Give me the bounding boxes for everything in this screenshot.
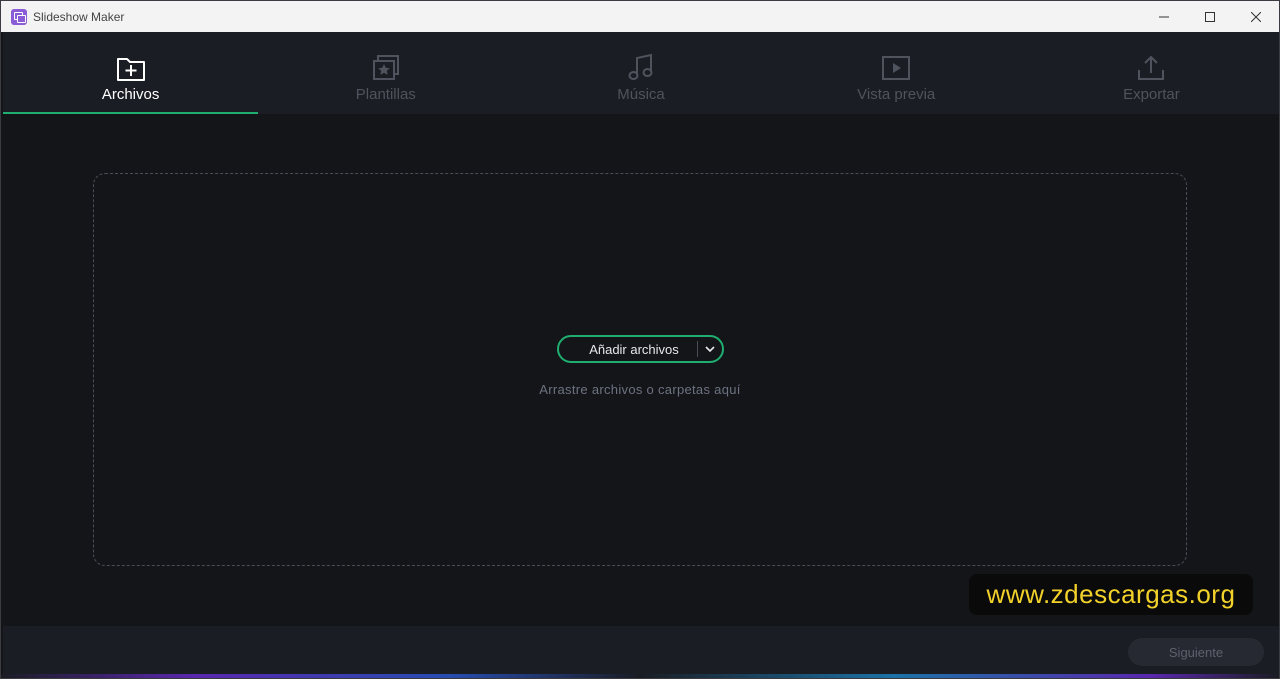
tab-archivos[interactable]: Archivos [3, 32, 259, 114]
step-tabs: Archivos Plantillas Música Vista previa … [3, 32, 1279, 114]
file-drop-zone[interactable]: Añadir archivos Arrastre archivos o carp… [93, 173, 1187, 566]
tab-plantillas[interactable]: Plantillas [258, 32, 513, 114]
add-files-button[interactable]: Añadir archivos [557, 335, 724, 363]
bottom-bar: Siguiente [3, 626, 1279, 676]
next-button[interactable]: Siguiente [1128, 638, 1264, 666]
drop-hint-text: Arrastre archivos o carpetas aquí [539, 382, 741, 397]
template-star-icon [370, 52, 402, 84]
main-area: Añadir archivos Arrastre archivos o carp… [3, 114, 1279, 626]
window-title: Slideshow Maker [33, 9, 125, 24]
bottom-glow-border [1, 674, 1279, 678]
tab-label: Música [617, 86, 665, 103]
add-files-label: Añadir archivos [589, 341, 679, 357]
minimize-button[interactable] [1141, 1, 1187, 32]
tab-vista-previa[interactable]: Vista previa [769, 32, 1024, 114]
tab-musica[interactable]: Música [513, 32, 768, 114]
maximize-icon [1205, 11, 1215, 22]
window-controls [1141, 1, 1279, 32]
close-icon [1251, 11, 1261, 22]
music-note-icon [625, 52, 657, 84]
folder-add-icon [115, 52, 147, 84]
chevron-down-icon[interactable] [698, 345, 722, 353]
tab-label: Plantillas [355, 86, 416, 103]
title-bar[interactable]: Slideshow Maker [1, 1, 1279, 32]
maximize-button[interactable] [1187, 1, 1233, 32]
tab-exportar[interactable]: Exportar [1024, 32, 1279, 114]
watermark-text: www.zdescargas.org [969, 574, 1253, 615]
close-button[interactable] [1233, 1, 1279, 32]
minimize-icon [1159, 16, 1169, 17]
export-upload-icon [1135, 52, 1167, 84]
app-logo-icon [11, 8, 27, 25]
app-window: Slideshow Maker Archivos Plantillas Músi… [0, 0, 1280, 679]
tab-label: Archivos [101, 86, 160, 103]
play-preview-icon [880, 52, 912, 84]
tab-label: Vista previa [857, 86, 936, 103]
tab-label: Exportar [1123, 86, 1180, 103]
